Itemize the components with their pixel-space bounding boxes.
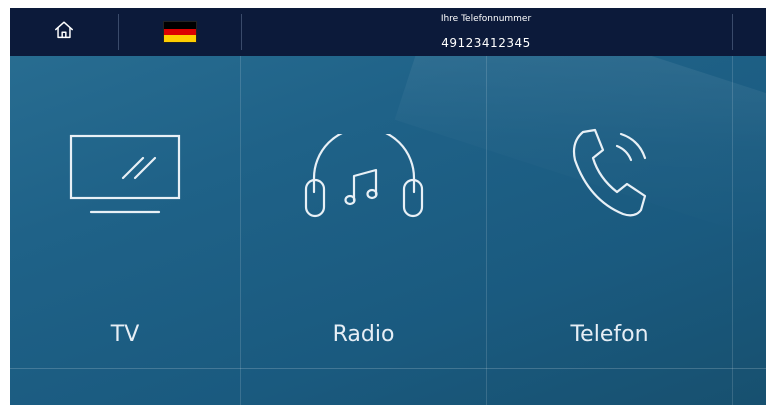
tile-radio[interactable]: Radio — [241, 56, 486, 368]
home-icon — [53, 19, 75, 45]
tile-telefon-label: Telefon — [570, 322, 649, 347]
tv-icon — [65, 134, 185, 220]
home-button[interactable] — [10, 8, 118, 56]
tile-tv[interactable]: TV — [10, 56, 240, 368]
phone-icon — [565, 126, 655, 226]
topbar-divider — [118, 14, 119, 50]
phone-number-value: 49123412345 — [441, 36, 531, 50]
tile-tv-label: TV — [110, 322, 140, 347]
headphones-icon — [302, 126, 426, 224]
tile-radio-label: Radio — [332, 322, 395, 347]
tile-telefon[interactable]: Telefon — [487, 56, 732, 368]
phone-number-label: Ihre Telefonnummer — [440, 14, 532, 24]
app-screen: Ihre Telefonnummer 49123412345 TV Radio … — [10, 8, 766, 405]
tile-bottom-divider — [10, 368, 766, 369]
language-button[interactable] — [120, 8, 240, 56]
tile-divider — [732, 56, 733, 405]
top-bar: Ihre Telefonnummer 49123412345 — [10, 8, 766, 56]
germany-flag-icon — [163, 21, 197, 43]
phone-info: Ihre Telefonnummer 49123412345 — [242, 8, 730, 56]
topbar-divider — [732, 14, 733, 50]
